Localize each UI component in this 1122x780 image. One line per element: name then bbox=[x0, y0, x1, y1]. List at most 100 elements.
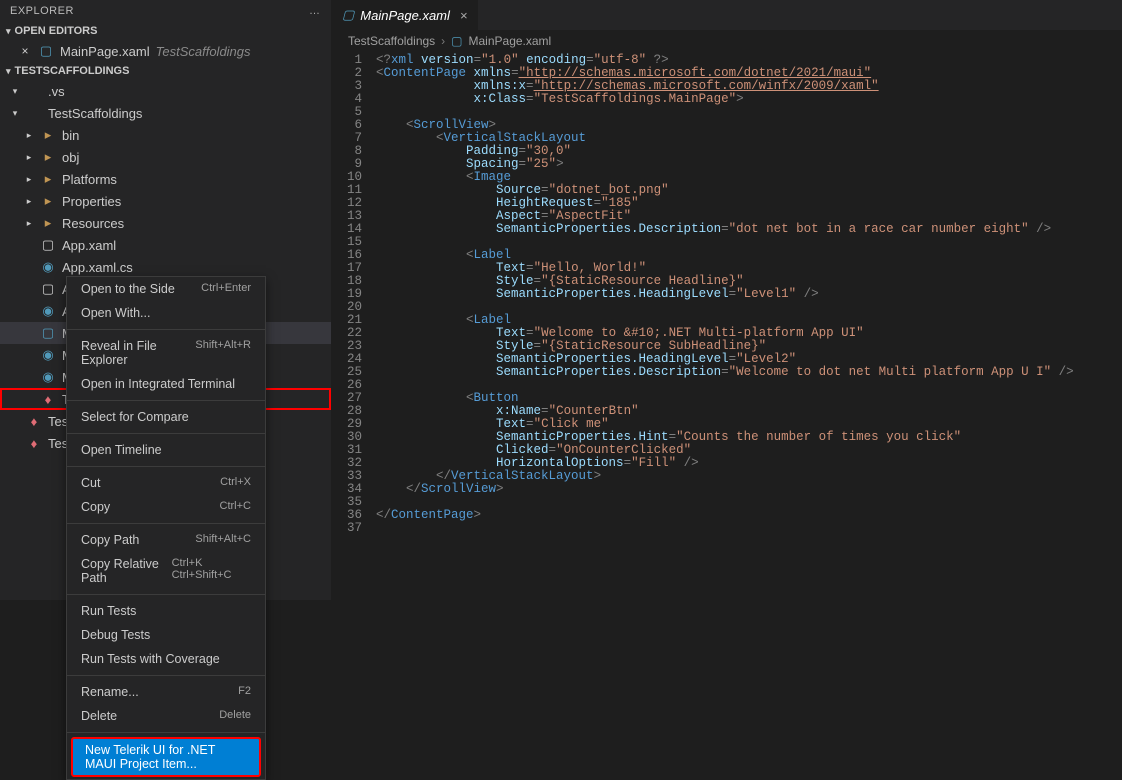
context-menu-shortcut: Shift+Alt+C bbox=[195, 533, 251, 547]
context-menu: Open to the SideCtrl+Enter Open With... Re… bbox=[66, 276, 266, 780]
breadcrumb[interactable]: TestScaffoldings › ▢ MainPage.xaml bbox=[332, 30, 1122, 52]
tree-item[interactable]: ▸ ▸ Properties bbox=[0, 190, 331, 212]
context-menu-item[interactable]: Debug Tests bbox=[67, 623, 265, 647]
context-menu-item[interactable]: Copy Relative PathCtrl+K Ctrl+Shift+C bbox=[67, 552, 265, 590]
tree-item[interactable]: ▸ ▸ bin bbox=[0, 124, 331, 146]
context-menu-item[interactable]: Run Tests with Coverage bbox=[67, 647, 265, 671]
chevron-icon: ▸ bbox=[24, 196, 34, 207]
context-menu-label: Copy bbox=[81, 500, 110, 514]
tree-item-label: bin bbox=[62, 128, 79, 143]
cs-icon: ◉ bbox=[40, 259, 56, 275]
context-menu-item[interactable]: Reveal in File ExplorerShift+Alt+R bbox=[67, 334, 265, 372]
context-menu-label: Run Tests bbox=[81, 604, 136, 618]
separator bbox=[67, 594, 265, 595]
context-menu-item[interactable]: New Telerik UI for .NET MAUI Project Ite… bbox=[71, 737, 261, 777]
open-editor-filename: MainPage.xaml bbox=[60, 44, 150, 59]
separator bbox=[67, 466, 265, 467]
close-icon[interactable]: × bbox=[460, 8, 468, 23]
context-menu-label: Delete bbox=[81, 709, 117, 723]
separator bbox=[67, 329, 265, 330]
file-xaml-icon: ▢ bbox=[342, 7, 354, 23]
chevron-icon: ▾ bbox=[10, 108, 20, 119]
tree-item[interactable]: ▸▸obj bbox=[0, 146, 331, 168]
proj-icon: ♦ bbox=[26, 414, 42, 429]
tab-mainpage[interactable]: ▢ MainPage.xaml × bbox=[332, 0, 479, 30]
context-menu-label: Copy Relative Path bbox=[81, 557, 172, 585]
context-menu-label: New Telerik UI for .NET MAUI Project Ite… bbox=[85, 743, 247, 771]
tab-bar: ▢ MainPage.xaml × bbox=[332, 0, 1122, 30]
chevron-icon: ▸ bbox=[24, 130, 34, 141]
open-editor-item[interactable]: × ▢ MainPage.xaml TestScaffoldings bbox=[0, 40, 331, 62]
code-editor[interactable]: 1234567891011121314151617181920212223242… bbox=[332, 52, 1122, 600]
context-menu-item[interactable]: Select for Compare bbox=[67, 405, 265, 429]
proj-icon: ♦ bbox=[26, 436, 42, 451]
separator bbox=[67, 732, 265, 733]
tree-item[interactable]: ▸▸Resources bbox=[0, 212, 331, 234]
separator bbox=[67, 433, 265, 434]
code-line[interactable]: SemanticProperties.HeadingLevel="Level1"… bbox=[376, 288, 1122, 301]
folder-icon: ▸ bbox=[40, 215, 56, 231]
context-menu-item[interactable]: Copy Ctrl+C bbox=[67, 495, 265, 519]
file-xaml-icon: ▢ bbox=[451, 34, 462, 48]
close-icon[interactable]: × bbox=[18, 44, 32, 58]
context-menu-item[interactable]: Open to the SideCtrl+Enter bbox=[67, 277, 265, 301]
folder-icon: ▸ bbox=[40, 193, 56, 209]
tree-item[interactable]: ▢ App.xaml bbox=[0, 234, 331, 256]
tree-item-label: App.xaml bbox=[62, 238, 116, 253]
context-menu-item[interactable]: Open Timeline bbox=[67, 438, 265, 462]
cs-icon: ◉ bbox=[40, 369, 56, 385]
code-line[interactable]: x:Class="TestScaffoldings.MainPage"> bbox=[376, 93, 1122, 106]
chevron-down-icon: ▾ bbox=[6, 66, 11, 77]
chevron-icon: ▾ bbox=[10, 86, 20, 97]
context-menu-item[interactable]: CutCtrl+X bbox=[67, 471, 265, 495]
context-menu-label: Open to the Side bbox=[81, 282, 175, 296]
code-line[interactable]: </ContentPage> bbox=[376, 509, 1122, 522]
explorer-title: EXPLORER bbox=[10, 5, 74, 17]
blank-icon: ▢ bbox=[40, 237, 56, 253]
breadcrumb-part: TestScaffoldings bbox=[348, 34, 435, 48]
context-menu-label: Debug Tests bbox=[81, 628, 150, 642]
context-menu-label: Copy Path bbox=[81, 533, 139, 547]
project-section-header[interactable]: ▾ TESTSCAFFOLDINGS bbox=[0, 62, 331, 80]
folder-icon: ▸ bbox=[40, 127, 56, 143]
tree-item[interactable]: ▾ TestScaffoldings bbox=[0, 102, 331, 124]
tree-item[interactable]: ▾ .vs bbox=[0, 80, 331, 102]
tree-item-label: Platforms bbox=[62, 172, 117, 187]
context-menu-label: Reveal in File Explorer bbox=[81, 339, 195, 367]
context-menu-label: Open With... bbox=[81, 306, 150, 320]
tree-item-label: TestScaffoldings bbox=[48, 106, 142, 121]
cs-icon: ◉ bbox=[40, 347, 56, 363]
chevron-icon: ▸ bbox=[24, 152, 34, 163]
tree-item[interactable]: ▸▸Platforms bbox=[0, 168, 331, 190]
context-menu-item[interactable]: Open in Integrated Terminal bbox=[67, 372, 265, 396]
tree-item-label: .vs bbox=[48, 84, 65, 99]
code-line[interactable] bbox=[376, 496, 1122, 509]
context-menu-shortcut: Ctrl+K Ctrl+Shift+C bbox=[172, 557, 251, 585]
context-menu-item[interactable]: Open With... bbox=[67, 301, 265, 325]
code-line[interactable] bbox=[376, 522, 1122, 535]
separator bbox=[67, 675, 265, 676]
code-line[interactable]: SemanticProperties.Description="dot net … bbox=[376, 223, 1122, 236]
breadcrumb-part: MainPage.xaml bbox=[469, 34, 552, 48]
xaml-icon: ▢ bbox=[40, 325, 56, 341]
project-name-label: TESTSCAFFOLDINGS bbox=[15, 65, 130, 77]
context-menu-item[interactable]: Rename...F2 bbox=[67, 680, 265, 704]
context-menu-item[interactable]: Run Tests bbox=[67, 599, 265, 623]
context-menu-shortcut: Delete bbox=[219, 709, 251, 723]
code-line[interactable]: </ScrollView> bbox=[376, 483, 1122, 496]
context-menu-label: Rename... bbox=[81, 685, 139, 699]
open-editors-header[interactable]: ▾ OPEN EDITORS bbox=[0, 22, 331, 40]
context-menu-item[interactable]: Copy Path Shift+Alt+C bbox=[67, 528, 265, 552]
code-line[interactable]: SemanticProperties.Description="Welcome … bbox=[376, 366, 1122, 379]
tree-item-label: Properties bbox=[62, 194, 121, 209]
tree-item-label: App.xaml.cs bbox=[62, 260, 133, 275]
context-menu-shortcut: Ctrl+C bbox=[220, 500, 251, 514]
explorer-header: EXPLORER … bbox=[0, 0, 331, 22]
tab-filename: MainPage.xaml bbox=[360, 8, 450, 23]
folder-icon: ▸ bbox=[40, 149, 56, 165]
code-content[interactable]: <?xml version="1.0" encoding="utf-8" ?><… bbox=[376, 54, 1122, 600]
more-icon[interactable]: … bbox=[309, 5, 321, 17]
tree-item[interactable]: ◉ App.xaml.cs bbox=[0, 256, 331, 278]
tree-item-label: Resources bbox=[62, 216, 124, 231]
context-menu-item[interactable]: Delete Delete bbox=[67, 704, 265, 728]
